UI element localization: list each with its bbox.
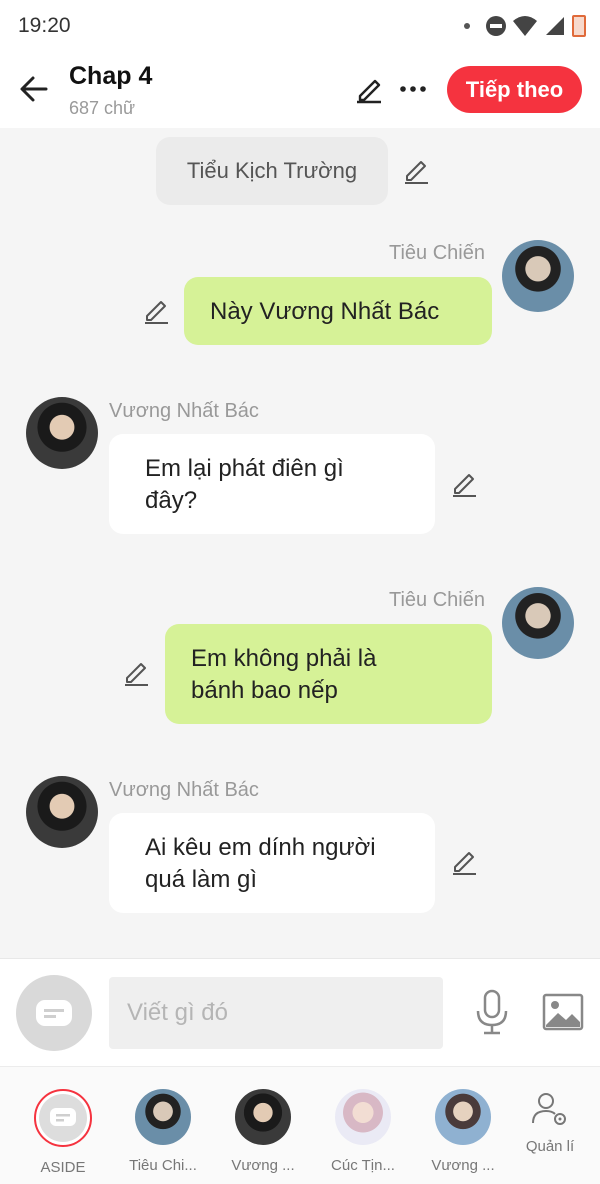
edit-message-pencil-icon[interactable]: [450, 848, 478, 876]
narration-bubble[interactable]: Tiểu Kịch Trường: [156, 137, 388, 205]
character-avatar: [135, 1089, 191, 1145]
chapter-title: Chap 4: [69, 62, 153, 90]
message-bubble-icon: [50, 1108, 76, 1126]
manage-characters-button[interactable]: Quản lí: [520, 1089, 580, 1155]
character-label: Cúc Tịn...: [331, 1157, 395, 1174]
compose-bar: [0, 958, 600, 1066]
aside-toggle-button[interactable]: [16, 975, 92, 1051]
chapter-header: Chap 4 687 chữ Tiếp theo: [0, 54, 600, 128]
character-avatar: [235, 1089, 291, 1145]
do-not-disturb-icon: [486, 16, 506, 36]
character-label: ASIDE: [40, 1159, 86, 1176]
user-settings-icon: [532, 1093, 566, 1125]
edit-message-pencil-icon[interactable]: [142, 297, 170, 325]
manage-label: Quản lí: [525, 1138, 575, 1155]
microphone-icon[interactable]: [474, 989, 510, 1035]
speaker-name: Vương Nhất Bác: [109, 400, 259, 422]
character-label: Vương ...: [431, 1157, 495, 1174]
signal-icon: [546, 17, 564, 35]
message-input[interactable]: [109, 977, 443, 1049]
status-icons: [464, 14, 586, 38]
avatar-tieu-chien[interactable]: [502, 587, 574, 659]
next-chapter-button[interactable]: Tiếp theo: [447, 66, 582, 113]
message-line: Ai kêu em dính người: [145, 834, 376, 861]
character-vuong-2[interactable]: Vương ...: [418, 1089, 508, 1174]
character-avatar: [335, 1089, 391, 1145]
character-label: Vương ...: [231, 1157, 295, 1174]
character-avatar: [435, 1089, 491, 1145]
wifi-icon: [513, 16, 537, 36]
speaker-name: Tiêu Chiến: [389, 242, 485, 264]
character-aside[interactable]: ASIDE: [18, 1089, 108, 1176]
message-line: Này Vương Nhất Bác: [210, 298, 440, 325]
image-icon[interactable]: [542, 993, 584, 1031]
avatar-vuong-nhat-bac[interactable]: [26, 397, 98, 469]
message-line: Em lại phát điên gì: [145, 455, 344, 482]
speaker-name: Vương Nhất Bác: [109, 779, 259, 801]
back-arrow-icon[interactable]: [18, 72, 52, 106]
character-vuong-nhat-bac[interactable]: Vương ...: [218, 1089, 308, 1174]
message-bubble[interactable]: Này Vương Nhất Bác: [184, 277, 492, 345]
speaker-name: Tiêu Chiến: [389, 589, 485, 611]
more-options-icon[interactable]: [398, 78, 428, 100]
notification-dot-icon: [464, 23, 470, 29]
message-line: đây?: [145, 487, 198, 514]
message-bubble[interactable]: Em lại phát điên gì đây?: [109, 434, 435, 534]
message-line: quá làm gì: [145, 866, 258, 893]
message-line: Em không phải là: [191, 645, 377, 672]
character-bar: ASIDE Tiêu Chi... Vương ... Cúc Tịn... V…: [0, 1066, 600, 1184]
word-count: 687 chữ: [69, 98, 136, 118]
chat-area: Tiểu Kịch Trường Tiêu Chiến Này Vương Nh…: [0, 128, 600, 958]
message-bubble[interactable]: Ai kêu em dính người quá làm gì: [109, 813, 435, 913]
edit-chapter-pencil-icon[interactable]: [354, 74, 384, 104]
message-line: bánh bao nếp: [191, 677, 338, 704]
battery-icon: [572, 15, 586, 37]
message-bubble[interactable]: Em không phải là bánh bao nếp: [165, 624, 492, 724]
edit-message-pencil-icon[interactable]: [122, 659, 150, 687]
aside-avatar: [34, 1089, 92, 1147]
character-label: Tiêu Chi...: [129, 1157, 197, 1174]
status-time: 19:20: [18, 14, 71, 37]
avatar-tieu-chien[interactable]: [502, 240, 574, 312]
character-cuc-tinh[interactable]: Cúc Tịn...: [318, 1089, 408, 1174]
character-tieu-chien[interactable]: Tiêu Chi...: [118, 1089, 208, 1174]
status-bar: 19:20: [0, 0, 600, 54]
avatar-vuong-nhat-bac[interactable]: [26, 776, 98, 848]
message-bubble-icon: [36, 1000, 72, 1026]
edit-narration-pencil-icon[interactable]: [402, 157, 430, 185]
edit-message-pencil-icon[interactable]: [450, 470, 478, 498]
